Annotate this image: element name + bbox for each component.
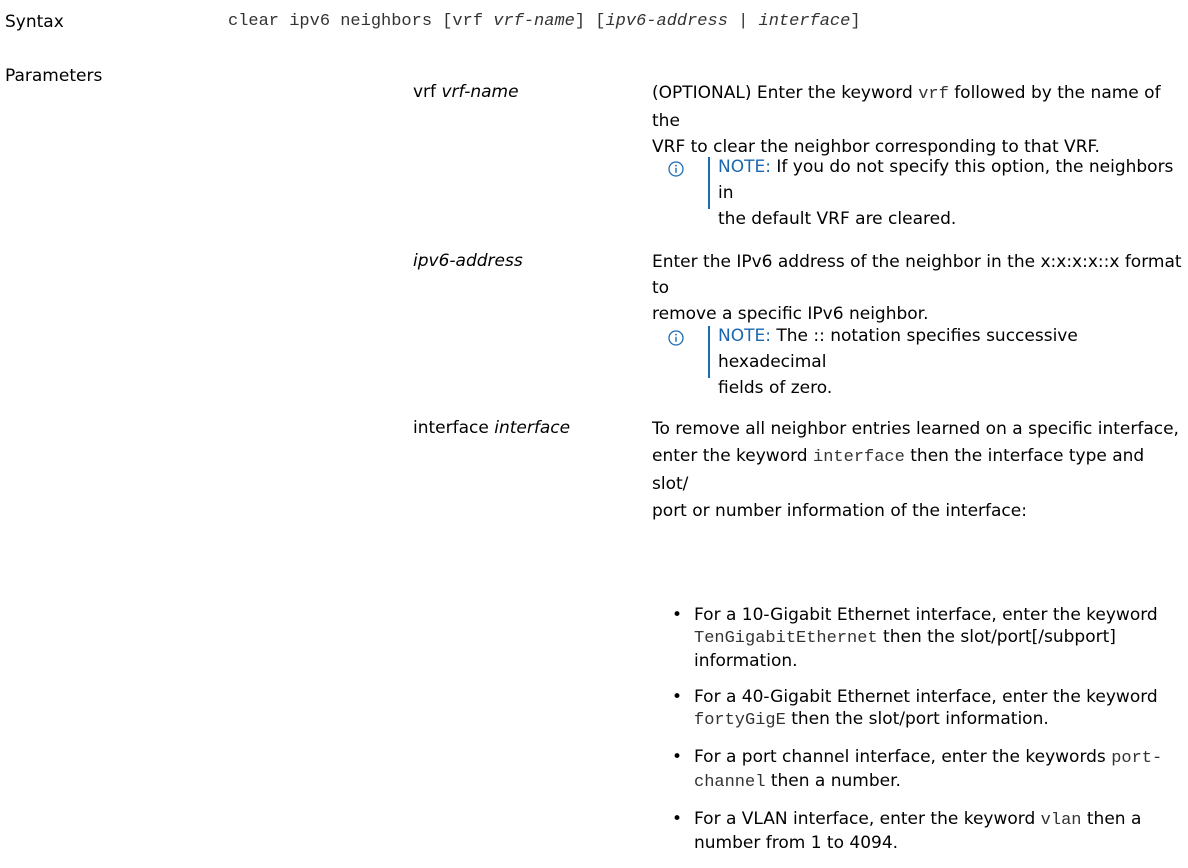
list-item: For a 40-Gigabit Ethernet interface, ent… [652, 686, 1172, 732]
param-ipv6-desc-line1: Enter the IPv6 address of the neighbor i… [652, 252, 1182, 298]
param-interface-desc: To remove all neighbor entries learned o… [652, 416, 1182, 525]
info-icon [668, 330, 684, 346]
param-interface-desc-line3: port or number information of the interf… [652, 501, 1027, 521]
list-item: For a port channel interface, enter the … [652, 746, 1172, 794]
tengig-keyword: TenGigabitEthernet [694, 629, 878, 648]
param-interface-term: interface interface [413, 418, 570, 438]
parameters-label: Parameters [5, 66, 103, 86]
syntax-vrf-name: vrf-name [493, 12, 575, 31]
syntax-label: Syntax [5, 12, 64, 32]
param-vrf-desc-line1: (OPTIONAL) Enter the keyword vrf followe… [652, 83, 1161, 131]
syntax-end: ] [850, 12, 861, 31]
vrf-keyword: vrf [918, 85, 949, 104]
param-ipv6-desc: Enter the IPv6 address of the neighbor i… [652, 249, 1182, 327]
param-interface-term-keyword: interface [413, 418, 495, 438]
note-label: NOTE: [718, 326, 771, 346]
port-keyword: port- [1111, 749, 1163, 768]
param-ipv6-term: ipv6-address [413, 251, 523, 271]
param-vrf-term-name: vrf-name [441, 82, 519, 102]
fortygige-keyword: fortyGigE [694, 711, 786, 730]
interface-keyword: interface [813, 448, 905, 467]
info-icon [668, 161, 684, 177]
list-item: For a 10-Gigabit Ethernet interface, ent… [652, 604, 1172, 672]
note-bar [708, 326, 710, 378]
syntax-ipv6-address: ipv6-address [605, 12, 728, 31]
note-label: NOTE: [718, 157, 771, 177]
syntax-pipe: | [727, 12, 759, 31]
syntax-mid: ] [ [574, 12, 606, 31]
param-interface-desc-line2: enter the keyword interface then the int… [652, 446, 1145, 494]
note-vrf-text: NOTE: If you do not specify this option,… [718, 157, 1174, 229]
param-interface-desc-line1: To remove all neighbor entries learned o… [652, 419, 1179, 439]
syntax-command: clear ipv6 neighbors [vrf vrf-name] [ipv… [228, 12, 861, 31]
interface-type-list: For a 10-Gigabit Ethernet interface, ent… [652, 604, 1172, 868]
list-item: For a VLAN interface, enter the keyword … [652, 808, 1172, 854]
channel-keyword: channel [694, 773, 766, 792]
param-interface-term-name: interface [494, 418, 571, 438]
vlan-keyword: vlan [1040, 811, 1082, 830]
param-vrf-term-keyword: vrf [413, 82, 442, 102]
syntax-interface: interface [758, 12, 851, 31]
note-bar [708, 157, 710, 209]
note-ipv6-text: NOTE: The :: notation specifies successi… [718, 326, 1078, 398]
param-vrf-term: vrf vrf-name [413, 82, 519, 102]
param-vrf-desc: (OPTIONAL) Enter the keyword vrf followe… [652, 80, 1182, 160]
syntax-cmd-text: clear ipv6 neighbors [vrf [228, 12, 494, 31]
